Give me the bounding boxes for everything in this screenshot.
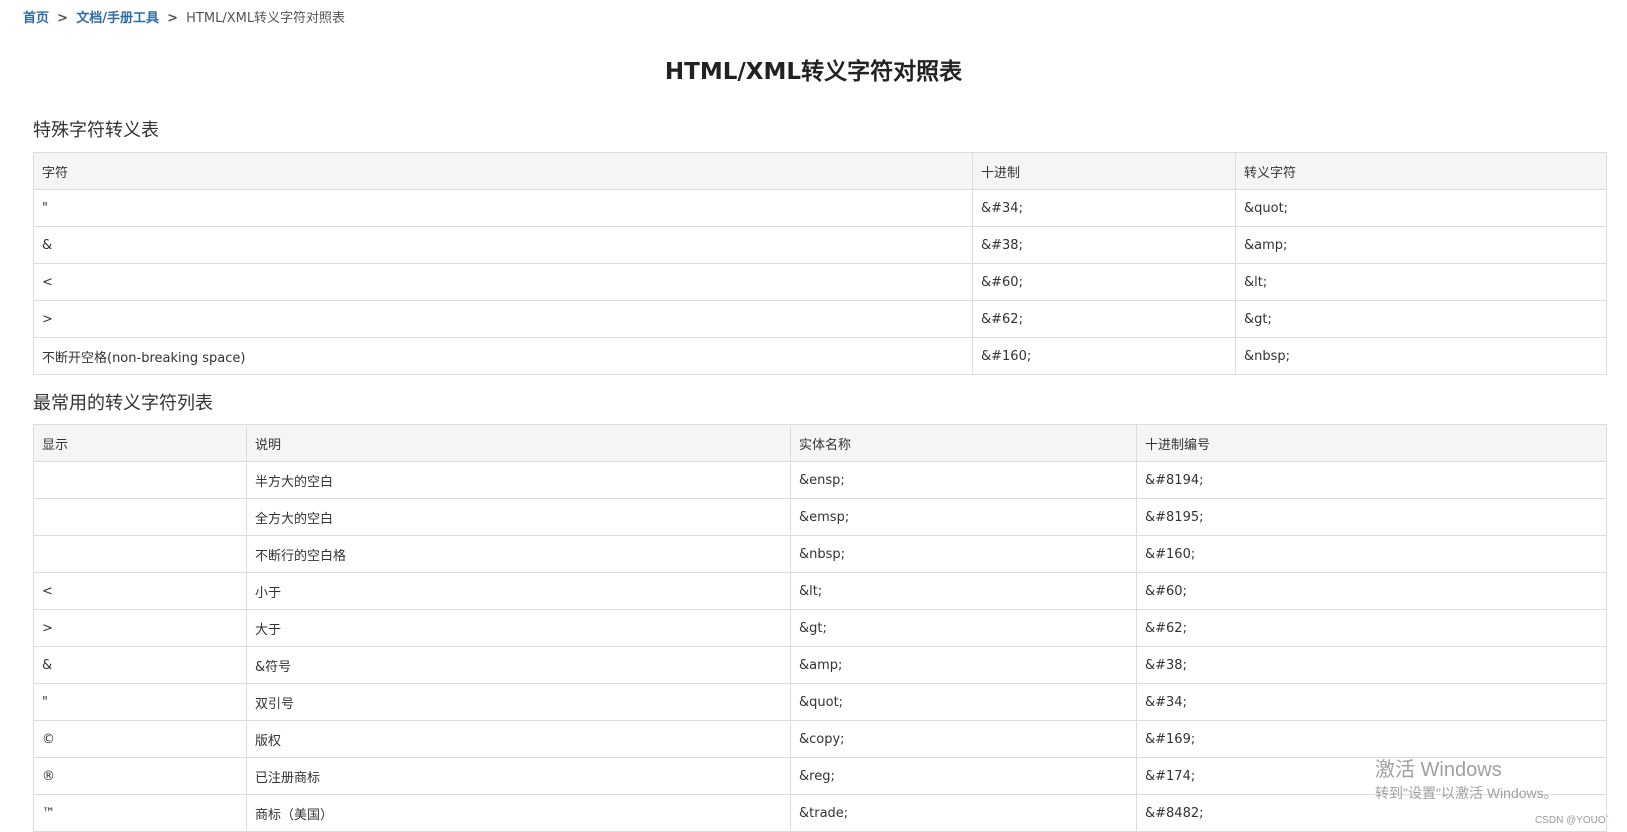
table-cell: &#38;: [1136, 646, 1607, 684]
table-cell: &#34;: [1136, 683, 1607, 721]
table-cell: &#8195;: [1136, 498, 1607, 536]
table-cell: ®: [33, 757, 247, 795]
table-cell: >: [33, 609, 247, 647]
column-header: 转义字符: [1235, 152, 1607, 190]
watermark-title: 激活 Windows: [1375, 759, 1502, 781]
table-cell: &符号: [246, 646, 791, 684]
special-table-heading: 特殊字符转义表: [33, 120, 159, 141]
column-header: 十进制编号: [1136, 424, 1607, 462]
table-cell: &nbsp;: [790, 535, 1137, 573]
table-cell: &quot;: [790, 683, 1137, 721]
table-cell: 小于: [246, 572, 791, 610]
table-cell: &gt;: [1235, 300, 1607, 338]
column-header: 十进制: [972, 152, 1236, 190]
column-header: 显示: [33, 424, 247, 462]
table-cell: 不断开空格(non-breaking space): [33, 337, 973, 375]
table-row: & &#38; &amp;: [33, 226, 1607, 264]
breadcrumb: 首页 > 文档/手册工具 > HTML/XML转义字符对照表: [23, 9, 345, 29]
table-row: > &#62; &gt;: [33, 300, 1607, 338]
table-cell: &quot;: [1235, 189, 1607, 227]
breadcrumb-section-link[interactable]: 文档/手册工具: [76, 11, 159, 26]
table-cell: ": [33, 189, 973, 227]
common-table-heading: 最常用的转义字符列表: [33, 393, 213, 414]
watermark-subtitle: 转到"设置"以激活 Windows。: [1375, 785, 1558, 801]
table-cell: &nbsp;: [1235, 337, 1607, 375]
table-row: 全方大的空白 &emsp; &#8195;: [33, 498, 1607, 536]
table-cell: &#62;: [1136, 609, 1607, 647]
column-header: 实体名称: [790, 424, 1137, 462]
breadcrumb-separator: >: [167, 11, 178, 26]
table-cell: &lt;: [1235, 263, 1607, 301]
csdn-watermark: CSDN @YOUO`: [1534, 815, 1609, 826]
table-row: 半方大的空白 &ensp; &#8194;: [33, 461, 1607, 499]
breadcrumb-home-link[interactable]: 首页: [23, 11, 49, 26]
table-row: ™ 商标（美国） &trade; &#8482;: [33, 794, 1607, 832]
table-cell: &trade;: [790, 794, 1137, 832]
table-cell: 已注册商标: [246, 757, 791, 795]
table-cell: ": [33, 683, 247, 721]
table-cell: &#60;: [1136, 572, 1607, 610]
table-row: 不断行的空白格 &nbsp; &#160;: [33, 535, 1607, 573]
column-header: 说明: [246, 424, 791, 462]
table-cell: &emsp;: [790, 498, 1137, 536]
table-cell: ©: [33, 720, 247, 758]
table-row: > 大于 &gt; &#62;: [33, 609, 1607, 647]
table-cell: &#62;: [972, 300, 1236, 338]
windows-activation-watermark: 激活 Windows 转到"设置"以激活 Windows。: [1375, 757, 1558, 803]
table-header-row: 字符 十进制 转义字符: [33, 152, 1607, 190]
table-cell: &#160;: [972, 337, 1236, 375]
table-cell: &reg;: [790, 757, 1137, 795]
table-cell: &ensp;: [790, 461, 1137, 499]
table-cell: 版权: [246, 720, 791, 758]
table-cell: 不断行的空白格: [246, 535, 791, 573]
table-row: " 双引号 &quot; &#34;: [33, 683, 1607, 721]
common-escapes-table: 显示 说明 实体名称 十进制编号 半方大的空白 &ensp; &#8194; 全方大的…: [33, 424, 1607, 832]
table-cell: &#160;: [1136, 535, 1607, 573]
table-cell: &#8194;: [1136, 461, 1607, 499]
table-cell: ™: [33, 794, 247, 832]
table-row: < &#60; &lt;: [33, 263, 1607, 301]
table-row: 不断开空格(non-breaking space) &#160; &nbsp;: [33, 337, 1607, 375]
page-title: HTML/XML转义字符对照表: [664, 59, 963, 85]
table-cell: &lt;: [790, 572, 1137, 610]
table-cell: 半方大的空白: [246, 461, 791, 499]
table-row: < 小于 &lt; &#60;: [33, 572, 1607, 610]
table-cell: 双引号: [246, 683, 791, 721]
table-row: & &符号 &amp; &#38;: [33, 646, 1607, 684]
table-cell: &gt;: [790, 609, 1137, 647]
table-row: ® 已注册商标 &reg; &#174;: [33, 757, 1607, 795]
breadcrumb-separator: >: [57, 11, 69, 26]
table-cell: [33, 498, 247, 536]
table-cell: [33, 461, 247, 499]
table-cell: <: [33, 572, 247, 610]
table-cell: <: [33, 263, 973, 301]
column-header: 字符: [33, 152, 973, 190]
table-cell: &amp;: [1235, 226, 1607, 264]
table-cell: 大于: [246, 609, 791, 647]
breadcrumb-current: HTML/XML转义字符对照表: [186, 11, 346, 26]
table-header-row: 显示 说明 实体名称 十进制编号: [33, 424, 1607, 462]
special-chars-table: 字符 十进制 转义字符 " &#34; &quot; & &#38; &amp; < &#60…: [33, 152, 1607, 375]
table-cell: >: [33, 300, 973, 338]
table-cell: 全方大的空白: [246, 498, 791, 536]
table-cell: &#34;: [972, 189, 1236, 227]
table-cell: 商标（美国）: [246, 794, 791, 832]
table-cell: [33, 535, 247, 573]
table-row: " &#34; &quot;: [33, 189, 1607, 227]
table-cell: &amp;: [790, 646, 1137, 684]
table-row: © 版权 &copy; &#169;: [33, 720, 1607, 758]
table-cell: &#169;: [1136, 720, 1607, 758]
table-cell: &: [33, 226, 973, 264]
table-cell: &#60;: [972, 263, 1236, 301]
table-cell: &copy;: [790, 720, 1137, 758]
table-cell: &#38;: [972, 226, 1236, 264]
table-cell: &: [33, 646, 247, 684]
